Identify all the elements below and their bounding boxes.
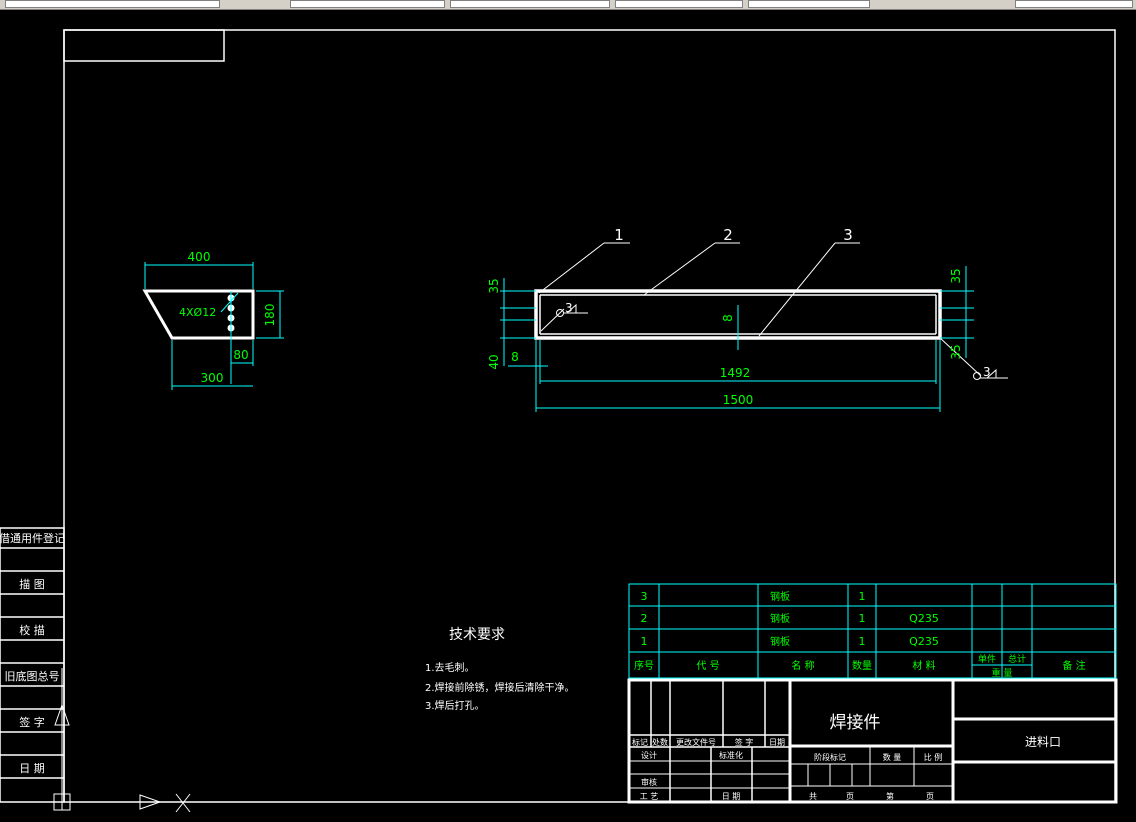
dim-total-length: 1500 [723,393,754,407]
front-view: 1 2 3 3 3 35 40 8 8 35 35 1492 1500 [487,226,1008,412]
tech-item-2: 2.焊接前除锈，焊接后清除干净。 [425,681,575,694]
side-label-2: 描 图 [19,577,45,591]
dim-left-bottom: 40 [487,354,501,369]
bom-table: 3 钢板 1 2 钢板 1 Q235 1 钢板 1 Q235 序号 代 号 名 … [628,583,1117,679]
tb-total-pages: 共 [809,792,817,801]
cad-toolbar-strip [0,0,1136,10]
tb-review: 审核 [641,777,657,787]
tb-count: 处数 [652,737,668,747]
title-block: 焊接件 进料口 标记 处数 更改文件号 签 字 日期 设计 标准化 审核 工 艺… [627,678,1118,804]
tech-item-3: 3.焊后打孔。 [425,699,485,712]
tech-requirements: 技术要求 1.去毛刺。 2.焊接前除锈，焊接后清除干净。 3.焊后打孔。 [425,627,575,712]
tb-sign: 签 字 [735,737,754,747]
bom-row2-no: 2 [641,612,648,625]
bom-row3-no: 3 [641,590,648,603]
bom-row3-qty: 1 [859,590,866,603]
weld-size-left: 3 [565,301,573,315]
side-label-5: 签 字 [19,715,45,729]
drawing-canvas[interactable]: 400 180 4XØ12 80 300 1 2 3 3 3 35 40 8 8… [0,10,1136,822]
bom-header-remark: 备 注 [1062,659,1085,672]
toolbar-field[interactable] [5,0,220,8]
bom-header-single: 单件 [978,653,996,665]
tb-process: 工 艺 [640,792,659,801]
bom-header-total: 总计 [1008,653,1026,665]
layer-dropdown[interactable] [290,0,445,8]
bom-header-name: 名 称 [791,659,814,672]
side-label-6: 日 期 [19,762,45,775]
bom-row1-no: 1 [641,635,648,648]
dim-top-width: 400 [188,250,211,264]
ucs-icon [53,668,191,813]
tb-design: 设计 [641,750,657,760]
tech-item-1: 1.去毛刺。 [425,662,475,674]
color-dropdown[interactable] [450,0,610,8]
left-view: 400 180 4XØ12 80 300 [142,250,284,390]
dim-hole-spacing: 80 [233,348,248,362]
bom-row3-name: 钢板 [770,590,790,603]
side-label-3: 校 描 [19,623,45,637]
tb-stage: 阶段标记 [814,752,846,762]
tb-sheet-pages: 页 [926,792,934,801]
bom-row1-material: Q235 [909,635,939,648]
bom-row2-material: Q235 [909,612,939,625]
side-stamp-column: 借通用件登记 描 图 校 描 旧底图总号 签 字 日 期 [0,527,65,803]
dim-right-top: 35 [949,268,963,283]
tb-change: 更改文件号 [676,737,716,747]
dim-inner-length: 1492 [720,366,751,380]
tb-date: 日期 [769,738,785,747]
tb-scale: 比 例 [924,752,943,762]
tb-weight: 数 量 [883,752,902,762]
tb-sheet: 第 [886,791,894,801]
drawing-number-box [63,29,225,62]
side-label-1: 借通用件登记 [0,531,65,545]
dim-left-top: 35 [487,278,501,293]
leader-1: 1 [614,226,624,244]
dim-right-bottom: 35 [949,344,963,359]
bom-row1-name: 钢板 [770,635,790,648]
lineweight-dropdown[interactable] [748,0,870,8]
tb-pages: 页 [846,792,854,801]
tb-mark: 标记 [632,737,648,747]
bom-header-qty: 数量 [852,659,872,672]
drawing-name: 进料口 [1025,735,1061,749]
bom-header-weight: 重 量 [992,667,1013,679]
dim-bottom-width: 300 [201,371,224,385]
tb-date2: 日 期 [722,792,741,801]
drawing-border [63,29,1116,803]
bom-header-code: 代 号 [696,660,719,672]
bom-row2-qty: 1 [859,612,866,625]
leader-2: 2 [723,226,733,244]
linetype-dropdown[interactable] [615,0,743,8]
bom-row1-qty: 1 [859,635,866,648]
bom-header-material: 材 料 [912,659,935,672]
tb-standard: 标准化 [719,750,743,760]
leader-3: 3 [843,226,853,244]
dim-height: 180 [263,304,277,327]
dim-side-thickness: 8 [511,350,519,364]
bom-row2-name: 钢板 [770,612,790,625]
plotstyle-dropdown[interactable] [1015,0,1133,8]
dim-holes: 4XØ12 [179,306,216,319]
side-label-4: 旧底图总号 [5,669,60,683]
dim-plate-thickness: 8 [721,314,735,322]
tech-title: 技术要求 [449,627,505,643]
bom-header-no: 序号 [634,659,654,672]
part-name: 焊接件 [830,713,881,733]
weld-size-right: 3 [983,365,991,379]
